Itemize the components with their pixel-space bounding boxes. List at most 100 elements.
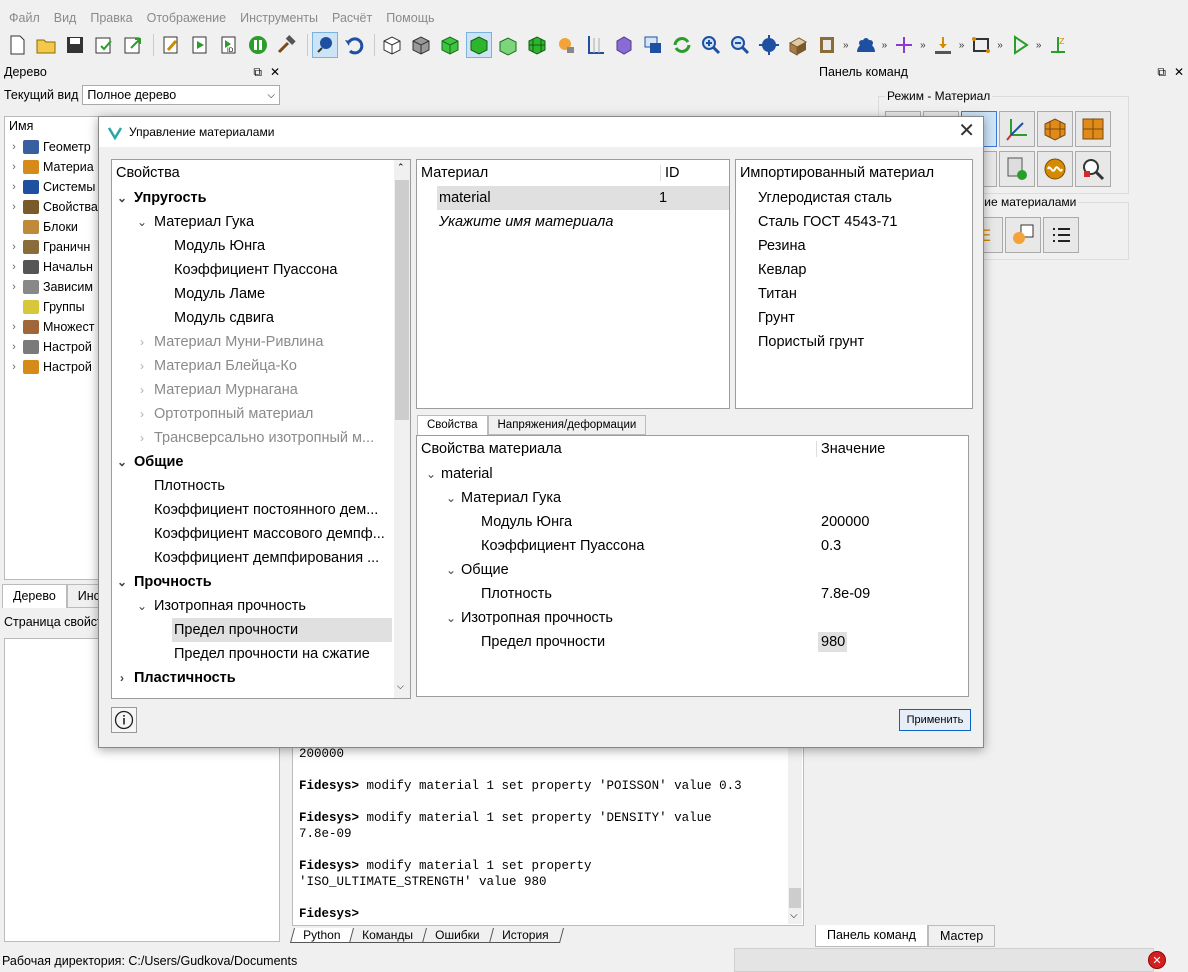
list-icon[interactable] [1043,217,1079,253]
chevron-right-icon[interactable]: › [5,141,23,153]
value-tree-item[interactable]: Модуль Юнга 200000 [417,510,968,534]
run-id-icon[interactable]: ID [216,32,242,58]
menu-item-4[interactable]: Инструменты [240,9,318,25]
property-tree-item[interactable]: Модуль сдвига [112,306,410,330]
grid-mesh-icon[interactable] [1075,111,1111,147]
property-tree-item[interactable]: › Материал Муни-Ривлина [112,330,410,354]
value-tree-item[interactable]: Коэффициент Пуассона 0.3 [417,534,968,558]
chevron-down-icon[interactable]: ⌄ [441,491,461,505]
float-icon[interactable]: ⧉ [253,65,262,80]
zoom-in-icon[interactable] [698,32,724,58]
calculator-gear-icon[interactable] [999,151,1035,187]
material-database-icon[interactable] [1005,217,1041,253]
inspect-icon[interactable] [1075,151,1111,187]
wave-icon[interactable] [1037,151,1073,187]
tab-properties[interactable]: Свойства [417,415,488,435]
property-tree-item[interactable]: ⌄ Упругость [112,186,410,210]
property-value[interactable]: 7.8e-09 [817,586,870,602]
volume-mesh-icon[interactable] [1037,111,1073,147]
chevron-down-icon[interactable]: ⌄ [421,467,441,481]
zoom-out-icon[interactable] [727,32,753,58]
sort-axes-icon[interactable]: Z [1045,32,1071,58]
toolbar-overflow[interactable]: » [920,40,926,51]
property-tree-item[interactable]: › Материал Блейца-Ко [112,354,410,378]
imported-material-item[interactable]: Резина [736,234,972,258]
properties-scroll-thumb[interactable] [395,180,409,420]
new-material-input[interactable]: Укажите имя материала [417,210,729,234]
chevron-down-icon[interactable]: ⌄ [112,191,132,205]
chevron-right-icon[interactable]: › [5,241,23,253]
tab-tree[interactable]: Дерево [2,584,67,608]
imported-material-item[interactable]: Пористый грунт [736,330,972,354]
property-tree-item[interactable]: Плотность [112,474,410,498]
property-tree-item[interactable]: ⌄ Общие [112,450,410,474]
shaded-cube-icon[interactable] [437,32,463,58]
chevron-right-icon[interactable]: › [5,161,23,173]
film-icon[interactable] [814,32,840,58]
bounding-box-icon[interactable] [611,32,637,58]
windows-icon[interactable] [640,32,666,58]
chevron-up-icon[interactable]: ⌃ [397,162,405,173]
menu-item-6[interactable]: Помощь [386,9,434,25]
value-tree-item[interactable]: ⌄ Материал Гука [417,486,968,510]
open-folder-icon[interactable] [33,32,59,58]
menu-item-0[interactable]: Файл [9,9,40,25]
play-icon[interactable] [1007,32,1033,58]
property-tree-item[interactable]: Предел прочности на сжатие [112,642,410,666]
chevron-right-icon[interactable]: › [132,383,152,397]
mesh-frame-icon[interactable] [968,32,994,58]
crosshair-icon[interactable] [891,32,917,58]
pause-icon[interactable] [245,32,271,58]
info-button[interactable] [111,707,137,733]
smooth-cube-icon[interactable] [495,32,521,58]
apply-button[interactable]: Применить [899,709,971,731]
hammer-icon[interactable] [274,32,300,58]
chevron-right-icon[interactable]: › [132,335,152,349]
imported-material-item[interactable]: Титан [736,282,972,306]
cut-plane-icon[interactable] [785,32,811,58]
import-icon[interactable] [120,32,146,58]
menu-item-1[interactable]: Вид [54,9,77,25]
property-value[interactable]: 0.3 [817,538,841,554]
menu-item-5[interactable]: Расчёт [332,9,372,25]
chevron-down-icon[interactable]: ⌄ [112,575,132,589]
property-tree-item[interactable]: Коэффициент Пуассона [112,258,410,282]
chevron-right-icon[interactable]: › [112,671,132,685]
property-tree-item[interactable]: Коэффициент массового демпф... [112,522,410,546]
chevron-down-icon[interactable]: ⌵ [397,681,404,692]
load-icon[interactable] [930,32,956,58]
chevron-right-icon[interactable]: › [5,201,23,213]
property-tree-item[interactable]: Предел прочности [112,618,410,642]
property-tree-item[interactable]: Коэффициент демпфирования ... [112,546,410,570]
property-tree-item[interactable]: Модуль Юнга [112,234,410,258]
value-tree-item[interactable]: ⌄ Изотропная прочность [417,606,968,630]
close-icon[interactable]: ✕ [1174,65,1184,80]
property-tree-item[interactable]: ⌄ Изотропная прочность [112,594,410,618]
material-row[interactable]: material 1 [437,186,729,210]
property-value[interactable]: 980 [818,632,848,652]
error-icon[interactable]: ✕ [1148,951,1166,969]
chevron-right-icon[interactable]: › [5,181,23,193]
chevron-right-icon[interactable]: › [132,359,152,373]
imported-material-item[interactable]: Углеродистая сталь [736,186,972,210]
refresh-icon[interactable] [669,32,695,58]
mesh-cube-icon[interactable] [524,32,550,58]
value-tree-item[interactable]: ⌄ Общие [417,558,968,582]
toolbar-overflow[interactable]: » [843,40,849,51]
toolbar-overflow[interactable]: » [1036,40,1042,51]
lights-icon[interactable] [553,32,579,58]
float-icon[interactable]: ⧉ [1157,65,1166,80]
wireframe-cube-icon[interactable] [379,32,405,58]
chevron-down-icon[interactable]: ⌄ [441,611,461,625]
value-tree-item[interactable]: Плотность 7.8e-09 [417,582,968,606]
run-script-icon[interactable] [187,32,213,58]
export-icon[interactable] [91,32,117,58]
axes-system-icon[interactable] [999,111,1035,147]
chevron-right-icon[interactable]: › [5,281,23,293]
imported-material-item[interactable]: Грунт [736,306,972,330]
chevron-down-icon[interactable]: ⌄ [132,599,152,613]
value-tree-item[interactable]: Предел прочности 980 [417,630,968,654]
properties-scrollbar[interactable]: ⌃ ⌵ [394,160,410,698]
property-tree-item[interactable]: › Материал Мурнагана [112,378,410,402]
chevron-right-icon[interactable]: › [5,261,23,273]
